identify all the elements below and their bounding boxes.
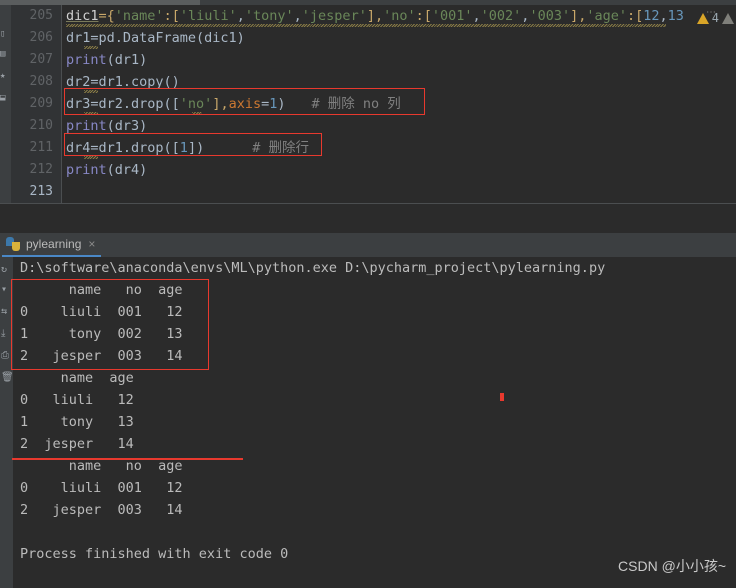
- warning-triangle-icon[interactable]: [696, 12, 709, 24]
- code-token: print: [66, 162, 107, 178]
- soft-wrap-icon[interactable]: ⇆: [1, 305, 13, 319]
- code-token: ,: [472, 8, 481, 24]
- code-token: (dr3): [106, 118, 148, 134]
- code-token: 12: [643, 8, 660, 24]
- structure-icon[interactable]: ▤: [0, 49, 11, 60]
- code-token: ,: [293, 8, 302, 24]
- code-token: (dr1): [106, 52, 148, 68]
- run-tab-bar[interactable]: pylearning ×: [0, 233, 736, 257]
- code-token: (dr4): [106, 162, 148, 178]
- console-line: 2 jesper 14: [20, 436, 134, 452]
- line-number: 210: [29, 118, 53, 133]
- console-line: Process finished with exit code 0: [20, 546, 289, 562]
- code-text-area[interactable]: dic1={'name':['liuli','tony','jesper'],'…: [62, 5, 736, 203]
- code-token: ,: [659, 8, 668, 24]
- code-token: 1: [179, 140, 188, 156]
- code-token: 13: [667, 8, 684, 24]
- run-tool-window[interactable]: pylearning × ↻ ▾ ⇆ ⤓ ⎙ 🗑 D:\software\ana…: [0, 233, 736, 588]
- favorites-icon[interactable]: ★: [0, 71, 11, 82]
- console-line: 0 liuli 12: [20, 392, 134, 408]
- line-number: 212: [29, 162, 53, 177]
- tab-label: pylearning: [26, 237, 82, 251]
- code-token: ): [277, 96, 286, 112]
- console-line: name age: [20, 370, 134, 386]
- line-number: 209: [29, 96, 53, 111]
- console-line: 0 liuli 001 12: [20, 480, 183, 496]
- weak-warning-triangle-icon[interactable]: [722, 12, 734, 24]
- warning-squiggle: [192, 112, 202, 115]
- console-output-panel[interactable]: ↻ ▾ ⇆ ⤓ ⎙ 🗑 D:\software\anaconda\envs\ML…: [0, 257, 736, 588]
- console-line: 1 tony 13: [20, 414, 134, 430]
- stop-icon[interactable]: ▾: [1, 283, 13, 297]
- code-token: ={: [98, 8, 115, 24]
- line-number: 207: [29, 52, 53, 67]
- rerun-icon[interactable]: ↻: [1, 263, 13, 277]
- code-token: ,: [236, 8, 245, 24]
- tool-icon[interactable]: ⬓: [0, 93, 11, 104]
- code-token: ]): [187, 140, 205, 156]
- code-token: ],: [570, 8, 587, 24]
- code-token: :[: [415, 8, 432, 24]
- line-number: 211: [29, 140, 53, 155]
- code-editor[interactable]: ▯ ▤ ★ ⬓ 205 206 207 208 209 210 211 212 …: [0, 5, 736, 203]
- code-token: 'tony': [244, 8, 294, 24]
- console-line: 2 jesper 003 14: [20, 502, 183, 518]
- code-token: dic1: [66, 8, 99, 24]
- inspection-widget[interactable]: ⋯ 4: [696, 7, 734, 29]
- code-token: axis: [228, 96, 262, 112]
- code-token: 'jesper': [301, 8, 367, 24]
- console-text-area[interactable]: D:\software\anaconda\envs\ML\python.exe …: [13, 257, 736, 588]
- code-token: print: [66, 118, 107, 134]
- code-line-207: print(dr1): [66, 49, 147, 71]
- editor-toolwindow-divider[interactable]: [0, 203, 736, 234]
- console-line: 2 jesper 003 14: [20, 348, 183, 364]
- code-token: '001': [431, 8, 473, 24]
- print-icon[interactable]: ⎙: [1, 349, 13, 363]
- code-token: 'no': [383, 8, 416, 24]
- code-comment: # 删除 no 列: [311, 96, 401, 112]
- line-number-current: 213: [29, 184, 53, 199]
- code-line-209: dr3=dr2.drop(['no'],axis=1) # 删除 no 列: [66, 93, 401, 115]
- code-token: ],: [212, 96, 229, 112]
- python-file-icon: [6, 237, 20, 251]
- code-token: 'name': [114, 8, 164, 24]
- clear-all-icon[interactable]: 🗑: [1, 371, 13, 385]
- annotation-underline-dr3-output: [12, 458, 243, 460]
- code-token: print: [66, 52, 107, 68]
- annotation-cursor-mark: [500, 393, 504, 401]
- code-token: '002': [480, 8, 522, 24]
- tab-pylearning[interactable]: pylearning ×: [2, 233, 102, 257]
- console-line: 1 tony 002 13: [20, 326, 183, 342]
- code-line-210: print(dr3): [66, 115, 147, 137]
- code-token: 'age': [586, 8, 627, 24]
- code-token: 'liuli': [179, 8, 237, 24]
- line-number: 208: [29, 74, 53, 89]
- console-line: name no age: [20, 282, 183, 298]
- console-command-line: D:\software\anaconda\envs\ML\python.exe …: [20, 260, 606, 276]
- code-line-211: dr4=dr1.drop([1]) # 删除行: [66, 137, 309, 159]
- editor-left-icon-strip: ▯ ▤ ★ ⬓: [0, 5, 11, 203]
- scroll-to-end-icon[interactable]: ⤓: [1, 327, 13, 341]
- code-token: :[: [163, 8, 180, 24]
- line-number: 206: [29, 30, 53, 45]
- close-icon[interactable]: ×: [88, 237, 95, 251]
- code-token: 'no': [179, 96, 213, 112]
- code-token: dr3=dr2.drop([: [66, 96, 180, 112]
- code-token: ],: [366, 8, 384, 24]
- console-toolbar[interactable]: ↻ ▾ ⇆ ⤓ ⎙ 🗑: [0, 257, 13, 588]
- code-comment: # 删除行: [252, 140, 309, 156]
- code-token: :[: [626, 8, 644, 24]
- console-line: 0 liuli 001 12: [20, 304, 183, 320]
- code-token: '003': [529, 8, 571, 24]
- line-number: 205: [29, 8, 53, 23]
- csdn-watermark: CSDN @小小孩~: [618, 558, 726, 574]
- bookmark-icon[interactable]: ▯: [0, 29, 11, 40]
- code-token: =: [261, 96, 270, 112]
- editor-gutter[interactable]: 205 206 207 208 209 210 211 212 213: [11, 5, 62, 203]
- code-token: dr4=dr1.drop([: [66, 140, 180, 156]
- code-line-212: print(dr4): [66, 159, 147, 181]
